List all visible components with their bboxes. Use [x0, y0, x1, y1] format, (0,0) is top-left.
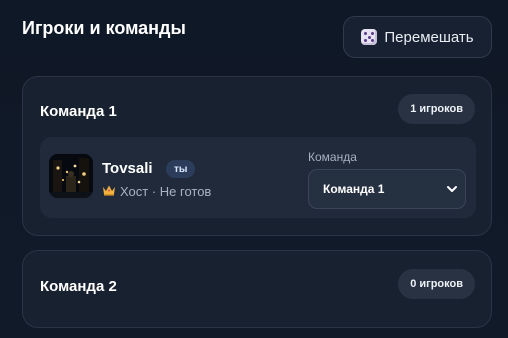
- team-card-2: Команда 2 0 игроков: [22, 250, 492, 328]
- crown-icon: [102, 184, 116, 199]
- shuffle-button-label: Перемешать: [384, 28, 474, 46]
- player-count-badge: 1 игроков: [398, 94, 475, 124]
- page-title: Игроки и команды: [22, 18, 186, 38]
- shuffle-button[interactable]: Перемешать: [343, 16, 492, 58]
- team-name: Команда 2: [40, 278, 117, 295]
- player-status-text: Хост · Не готов: [120, 184, 212, 199]
- team-field-label: Команда: [308, 150, 357, 164]
- team-select-value: Команда 1: [323, 182, 385, 196]
- avatar: [49, 154, 93, 198]
- player-status: Хост · Не готов: [102, 184, 211, 199]
- player-name: Tovsali: [102, 160, 153, 177]
- team-card-1: Команда 1 1 игроков Tovsali ты Хост · Не…: [22, 76, 492, 236]
- dice-icon: [361, 29, 378, 45]
- player-row: Tovsali ты Хост · Не готов Команда Коман…: [40, 137, 476, 218]
- player-count-badge: 0 игроков: [398, 269, 475, 299]
- you-badge: ты: [166, 160, 196, 178]
- chevron-down-icon: [445, 182, 459, 196]
- team-select[interactable]: Команда 1: [308, 169, 466, 209]
- team-name: Команда 1: [40, 103, 117, 120]
